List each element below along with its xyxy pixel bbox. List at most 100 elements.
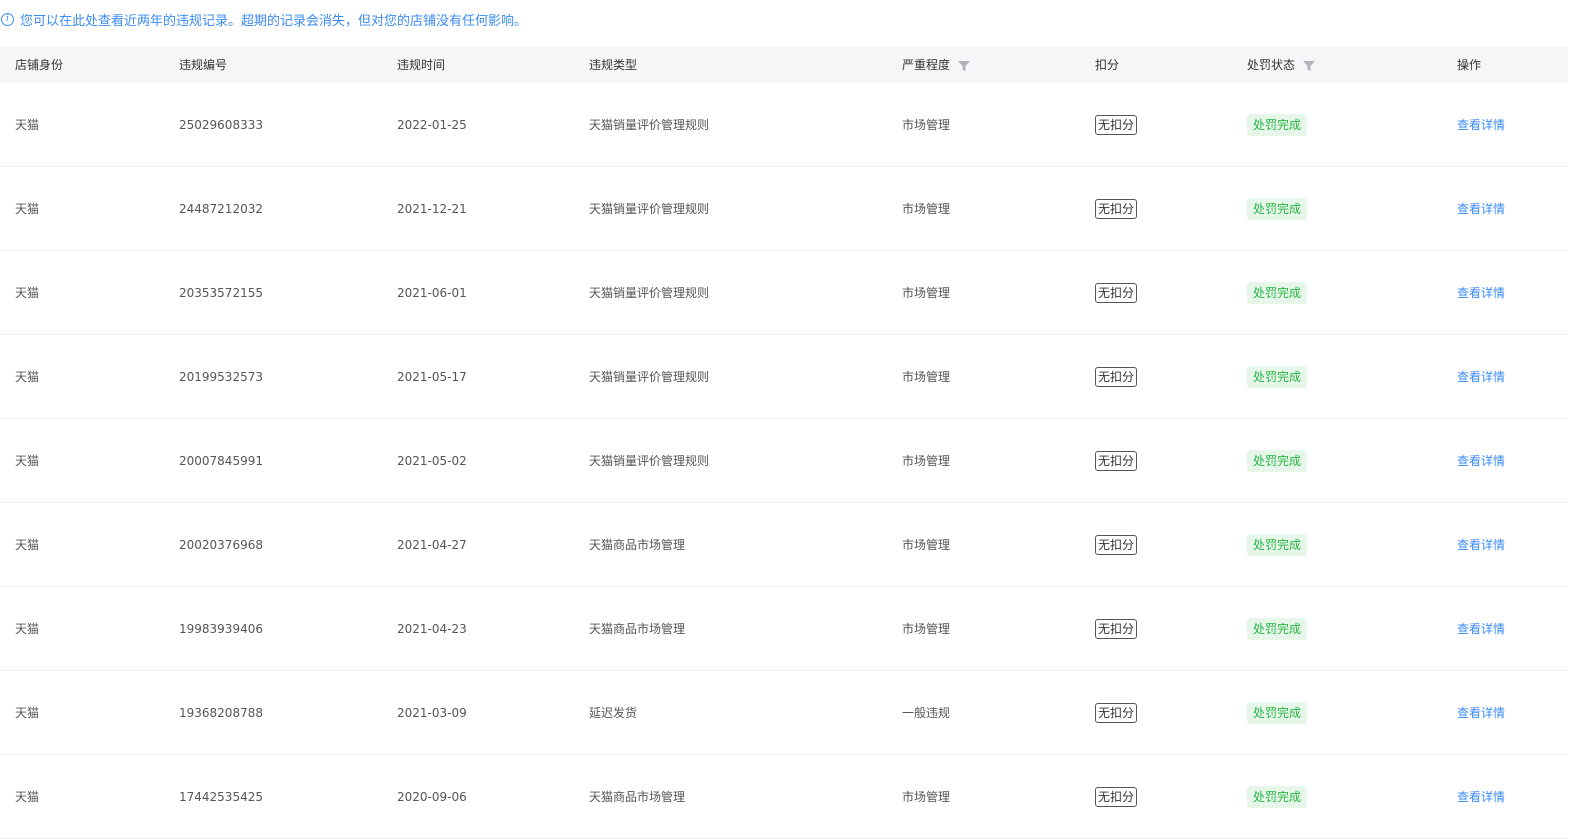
view-details-link[interactable]: 查看详情 xyxy=(1457,116,1505,133)
severity-cell: 市场管理 xyxy=(902,790,951,804)
penalty-status-cell: 处罚完成 xyxy=(1247,251,1308,334)
deduction-cell: 无扣分 xyxy=(1095,671,1138,754)
violation-time-cell: 2021-05-17 xyxy=(397,369,467,384)
view-details-link[interactable]: 查看详情 xyxy=(1457,200,1505,217)
shop-identity-cell: 天猫 xyxy=(15,454,40,468)
header-penalty-status: 处罚状态 xyxy=(1247,46,1316,83)
violation-time-cell: 2021-04-23 xyxy=(397,621,467,636)
deduction-cell: 无扣分 xyxy=(1095,167,1138,250)
action-cell: 查看详情 xyxy=(1457,335,1505,418)
violation-table: 店铺身份 违规编号 违规时间 违规类型 严重程度 扣分 处罚状态 操作 天猫 2… xyxy=(0,46,1568,839)
violation-time-cell: 2021-04-27 xyxy=(397,537,467,552)
deduction-cell: 无扣分 xyxy=(1095,755,1138,838)
status-badge: 处罚完成 xyxy=(1247,281,1308,304)
view-details-link[interactable]: 查看详情 xyxy=(1457,284,1505,301)
header-violation-type: 违规类型 xyxy=(589,58,638,72)
violation-type-cell: 天猫销量评价管理规则 xyxy=(589,286,710,300)
deduction-tag: 无扣分 xyxy=(1095,786,1138,807)
filter-icon[interactable] xyxy=(1303,60,1316,71)
violation-type-cell: 天猫商品市场管理 xyxy=(589,538,686,552)
violation-no-cell: 20353572155 xyxy=(179,285,263,300)
action-cell: 查看详情 xyxy=(1457,167,1505,250)
table-header: 店铺身份 违规编号 违规时间 违规类型 严重程度 扣分 处罚状态 操作 xyxy=(0,46,1568,83)
violation-no-cell: 20007845991 xyxy=(179,453,263,468)
violation-no-cell: 20199532573 xyxy=(179,369,263,384)
header-action: 操作 xyxy=(1457,58,1482,72)
deduction-cell: 无扣分 xyxy=(1095,83,1138,166)
violation-no-cell: 20020376968 xyxy=(179,537,263,552)
shop-identity-cell: 天猫 xyxy=(15,706,40,720)
action-cell: 查看详情 xyxy=(1457,419,1505,502)
status-badge: 处罚完成 xyxy=(1247,533,1308,556)
deduction-cell: 无扣分 xyxy=(1095,335,1138,418)
shop-identity-cell: 天猫 xyxy=(15,622,40,636)
severity-cell: 市场管理 xyxy=(902,370,951,384)
deduction-tag: 无扣分 xyxy=(1095,450,1138,471)
penalty-status-cell: 处罚完成 xyxy=(1247,335,1308,418)
table-row: 天猫 20199532573 2021-05-17 天猫销量评价管理规则 市场管… xyxy=(0,335,1568,419)
status-badge: 处罚完成 xyxy=(1247,365,1308,388)
violation-time-cell: 2021-06-01 xyxy=(397,285,467,300)
status-badge: 处罚完成 xyxy=(1247,113,1308,136)
violation-no-cell: 19983939406 xyxy=(179,621,263,636)
view-details-link[interactable]: 查看详情 xyxy=(1457,788,1505,805)
violation-time-cell: 2021-03-09 xyxy=(397,705,467,720)
view-details-link[interactable]: 查看详情 xyxy=(1457,620,1505,637)
action-cell: 查看详情 xyxy=(1457,587,1505,670)
penalty-status-cell: 处罚完成 xyxy=(1247,167,1308,250)
deduction-cell: 无扣分 xyxy=(1095,587,1138,670)
header-penalty-status-label: 处罚状态 xyxy=(1247,58,1296,72)
deduction-tag: 无扣分 xyxy=(1095,282,1138,303)
header-shop-identity: 店铺身份 xyxy=(15,58,64,72)
action-cell: 查看详情 xyxy=(1457,251,1505,334)
table-row: 天猫 17442535425 2020-09-06 天猫商品市场管理 市场管理 … xyxy=(0,755,1568,839)
penalty-status-cell: 处罚完成 xyxy=(1247,503,1308,586)
view-details-link[interactable]: 查看详情 xyxy=(1457,704,1505,721)
table-row: 天猫 25029608333 2022-01-25 天猫销量评价管理规则 市场管… xyxy=(0,83,1568,167)
deduction-tag: 无扣分 xyxy=(1095,114,1138,135)
penalty-status-cell: 处罚完成 xyxy=(1247,587,1308,670)
shop-identity-cell: 天猫 xyxy=(15,790,40,804)
severity-cell: 市场管理 xyxy=(902,286,951,300)
table-row: 天猫 24487212032 2021-12-21 天猫销量评价管理规则 市场管… xyxy=(0,167,1568,251)
header-violation-time: 违规时间 xyxy=(397,58,446,72)
view-details-link[interactable]: 查看详情 xyxy=(1457,452,1505,469)
notice-text: 您可以在此处查看近两年的违规记录。超期的记录会消失，但对您的店铺没有任何影响。 xyxy=(20,13,528,29)
deduction-cell: 无扣分 xyxy=(1095,503,1138,586)
shop-identity-cell: 天猫 xyxy=(15,538,40,552)
status-badge: 处罚完成 xyxy=(1247,449,1308,472)
violation-type-cell: 天猫销量评价管理规则 xyxy=(589,118,710,132)
deduction-cell: 无扣分 xyxy=(1095,251,1138,334)
shop-identity-cell: 天猫 xyxy=(15,286,40,300)
status-badge: 处罚完成 xyxy=(1247,617,1308,640)
header-severity: 严重程度 xyxy=(902,46,971,83)
header-deduction: 扣分 xyxy=(1095,58,1120,72)
status-badge: 处罚完成 xyxy=(1247,785,1308,808)
shop-identity-cell: 天猫 xyxy=(15,202,40,216)
filter-icon[interactable] xyxy=(958,60,971,71)
violation-type-cell: 延迟发货 xyxy=(589,706,638,720)
notice-banner: i 您可以在此处查看近两年的违规记录。超期的记录会消失，但对您的店铺没有任何影响… xyxy=(0,9,527,29)
penalty-status-cell: 处罚完成 xyxy=(1247,755,1308,838)
action-cell: 查看详情 xyxy=(1457,671,1505,754)
info-icon: i xyxy=(1,12,14,26)
table-row: 天猫 19368208788 2021-03-09 延迟发货 一般违规 无扣分 … xyxy=(0,671,1568,755)
deduction-cell: 无扣分 xyxy=(1095,419,1138,502)
violation-type-cell: 天猫销量评价管理规则 xyxy=(589,370,710,384)
action-cell: 查看详情 xyxy=(1457,755,1505,838)
table-body: 天猫 25029608333 2022-01-25 天猫销量评价管理规则 市场管… xyxy=(0,83,1568,839)
violation-time-cell: 2020-09-06 xyxy=(397,789,467,804)
status-badge: 处罚完成 xyxy=(1247,701,1308,724)
shop-identity-cell: 天猫 xyxy=(15,118,40,132)
severity-cell: 市场管理 xyxy=(902,622,951,636)
view-details-link[interactable]: 查看详情 xyxy=(1457,368,1505,385)
violation-no-cell: 25029608333 xyxy=(179,117,263,132)
penalty-status-cell: 处罚完成 xyxy=(1247,83,1308,166)
table-row: 天猫 20020376968 2021-04-27 天猫商品市场管理 市场管理 … xyxy=(0,503,1568,587)
severity-cell: 市场管理 xyxy=(902,454,951,468)
violation-time-cell: 2022-01-25 xyxy=(397,117,467,132)
table-row: 天猫 20353572155 2021-06-01 天猫销量评价管理规则 市场管… xyxy=(0,251,1568,335)
severity-cell: 市场管理 xyxy=(902,538,951,552)
violation-type-cell: 天猫商品市场管理 xyxy=(589,790,686,804)
view-details-link[interactable]: 查看详情 xyxy=(1457,536,1505,553)
